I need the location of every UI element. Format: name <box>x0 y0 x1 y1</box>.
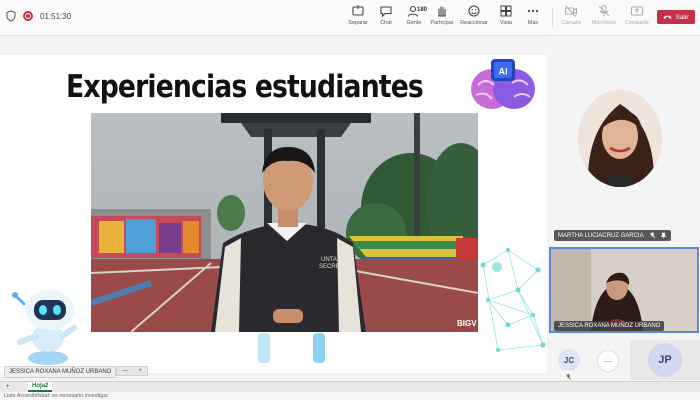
share-button[interactable]: Compartir <box>619 4 655 32</box>
add-sheet-button[interactable]: + <box>6 382 10 392</box>
share-icon <box>631 6 643 16</box>
camera-off-icon <box>565 5 577 17</box>
mic-off-icon <box>598 5 610 17</box>
pin-icon <box>659 232 667 239</box>
raise-hand-icon <box>437 6 447 17</box>
decor-cylinder <box>258 333 270 363</box>
more-button[interactable]: Más <box>515 4 551 32</box>
pinned-participant-name: MARTHA LUCIACRUZ GARCIA <box>554 230 671 242</box>
more-participants-button[interactable]: ··· <box>597 350 619 372</box>
meeting-timer: 01:51:30 <box>40 11 72 21</box>
student-video: UNTA SECRE BIGV <box>91 113 478 332</box>
shared-slide: Experiencias estudiantes AI UNTA SECRE B… <box>0 55 547 373</box>
participant-avatar-jc[interactable]: JC <box>558 349 580 371</box>
chat-icon <box>380 6 392 18</box>
camera-button[interactable]: Cámara <box>553 4 589 32</box>
video-frame: UNTA SECRE BIGV <box>91 113 478 332</box>
speaker-name: JESSICA ROXANA MUÑOZ URBANO <box>554 321 665 331</box>
active-speaker-tile[interactable]: JESSICA ROXANA MUÑOZ URBANO <box>549 247 699 333</box>
shield-icon <box>6 10 16 22</box>
slide-title: Experiencias estudiantes <box>66 69 424 105</box>
zoom-control[interactable]: — + <box>116 366 148 376</box>
presenter-name-chip: JESSICA ROXANA MUÑOZ URBANO <box>4 366 117 378</box>
microphone-button[interactable]: Micrófono <box>586 4 622 32</box>
status-bar: Listo Accesibilidad: es necesario invest… <box>0 392 700 400</box>
sheet-tab-hoja2[interactable]: Hoja2 <box>28 382 53 392</box>
pinned-participant-photo[interactable] <box>578 90 662 187</box>
status-text: Listo Accesibilidad: es necesario invest… <box>4 393 109 399</box>
speaker-video <box>551 249 697 331</box>
ai-badge-label: AI <box>499 67 508 77</box>
zoom-out-button[interactable]: — <box>122 368 128 374</box>
react-button[interactable]: Reaccionar <box>456 4 492 32</box>
shirt-text-line-1: UNTA <box>321 257 337 263</box>
sheet-tab-bar: + Hoja2 <box>0 381 700 392</box>
shirt-text-line-2: SECRE <box>319 264 340 270</box>
participant-tile-jp[interactable]: JP <box>630 340 700 380</box>
avatar <box>578 90 662 187</box>
separate-icon <box>352 5 364 16</box>
ai-brain-icon: AI <box>471 59 535 109</box>
participant-avatar-jp: JP <box>648 343 682 377</box>
video-watermark: BIGV <box>457 319 477 328</box>
raise-hand-button[interactable]: Participar <box>424 4 460 32</box>
mic-off-icon <box>566 374 571 380</box>
meeting-toolbar: 01:51:30 Separar Chat 180 Gente Particip… <box>0 0 700 36</box>
mic-off-icon <box>649 232 656 239</box>
robot-mascot-icon <box>12 290 77 365</box>
more-icon <box>527 9 539 13</box>
phone-hangup-icon <box>663 15 672 19</box>
leave-button[interactable]: Salir <box>657 10 695 24</box>
network-graphic <box>480 248 546 352</box>
react-icon <box>468 5 480 17</box>
view-icon <box>500 5 512 17</box>
zoom-in-button[interactable]: + <box>138 368 142 374</box>
recording-icon <box>23 11 33 21</box>
meeting-status: 01:51:30 <box>6 10 71 22</box>
decor-cylinder <box>313 333 325 363</box>
